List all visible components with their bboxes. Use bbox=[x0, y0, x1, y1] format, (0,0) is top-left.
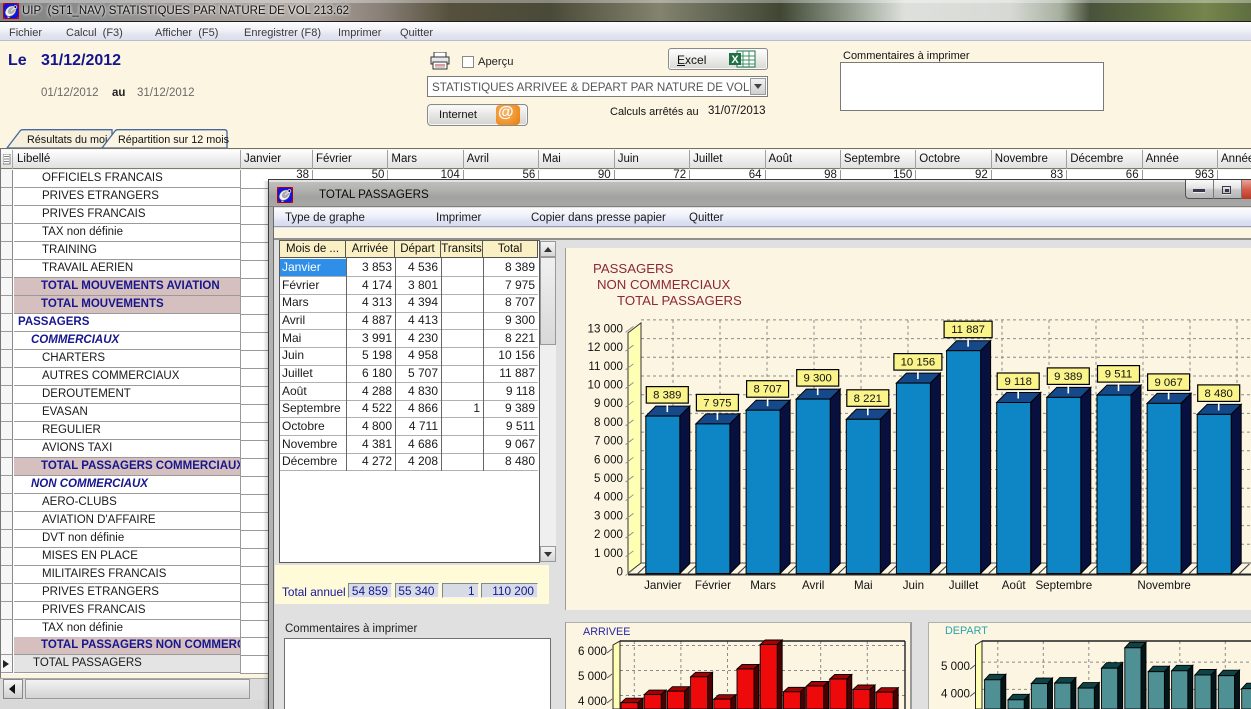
svg-text:Résultats du moi: Résultats du moi bbox=[27, 134, 107, 146]
svg-text:4 000: 4 000 bbox=[578, 695, 607, 708]
svg-text:10 000: 10 000 bbox=[588, 379, 623, 392]
svg-text:10 156: 10 156 bbox=[901, 357, 936, 369]
svg-text:9 389: 9 389 bbox=[1054, 371, 1082, 383]
svg-text:Février: Février bbox=[695, 579, 731, 592]
svg-text:9 118: 9 118 bbox=[1004, 376, 1031, 388]
svg-text:13 000: 13 000 bbox=[588, 322, 623, 335]
svg-text:Répartition sur 12 mois: Répartition sur 12 mois bbox=[118, 134, 230, 146]
svg-text:Mai: Mai bbox=[854, 579, 873, 592]
svg-text:Juillet: Juillet bbox=[949, 579, 979, 592]
svg-text:9 067: 9 067 bbox=[1154, 377, 1182, 389]
svg-text:Avril: Avril bbox=[802, 579, 824, 592]
svg-text:8 480: 8 480 bbox=[1205, 388, 1233, 400]
svg-text:9 511: 9 511 bbox=[1105, 369, 1132, 381]
svg-text:1 000: 1 000 bbox=[594, 547, 623, 560]
svg-text:5 000: 5 000 bbox=[594, 472, 623, 485]
svg-text:7 975: 7 975 bbox=[703, 397, 731, 409]
svg-text:Janvier: Janvier bbox=[644, 579, 682, 592]
svg-text:4 000: 4 000 bbox=[941, 687, 970, 700]
svg-text:Juin: Juin bbox=[903, 579, 924, 592]
svg-text:9 300: 9 300 bbox=[804, 373, 832, 385]
svg-text:8 221: 8 221 bbox=[854, 393, 882, 405]
svg-text:Mars: Mars bbox=[750, 579, 776, 592]
svg-text:5 000: 5 000 bbox=[941, 660, 970, 673]
svg-text:6 000: 6 000 bbox=[578, 645, 607, 658]
svg-text:0: 0 bbox=[617, 566, 623, 579]
svg-text:PASSAGERS: PASSAGERS bbox=[593, 261, 674, 276]
svg-text:DEPART: DEPART bbox=[945, 625, 988, 637]
svg-text:11 000: 11 000 bbox=[588, 360, 623, 373]
svg-text:Août: Août bbox=[1002, 579, 1027, 592]
svg-text:2 000: 2 000 bbox=[594, 528, 623, 541]
svg-text:ARRIVEE: ARRIVEE bbox=[583, 626, 630, 638]
svg-text:8 389: 8 389 bbox=[653, 390, 681, 402]
svg-text:12 000: 12 000 bbox=[588, 341, 623, 354]
svg-text:NON COMMERCIAUX: NON COMMERCIAUX bbox=[597, 277, 731, 292]
svg-text:5 000: 5 000 bbox=[578, 670, 607, 683]
svg-text:Novembre: Novembre bbox=[1137, 579, 1190, 592]
svg-text:8 707: 8 707 bbox=[753, 384, 781, 396]
svg-text:11 887: 11 887 bbox=[951, 324, 985, 336]
svg-text:3 000: 3 000 bbox=[594, 509, 623, 522]
svg-text:4 000: 4 000 bbox=[594, 491, 623, 504]
svg-text:9 000: 9 000 bbox=[594, 397, 623, 410]
svg-text:TOTAL PASSAGERS: TOTAL PASSAGERS bbox=[617, 293, 742, 308]
svg-text:7 000: 7 000 bbox=[594, 435, 623, 448]
svg-text:Septembre: Septembre bbox=[1035, 579, 1092, 592]
svg-text:8 000: 8 000 bbox=[594, 416, 623, 429]
svg-text:6 000: 6 000 bbox=[594, 453, 623, 466]
svg-text:X: X bbox=[731, 54, 739, 66]
